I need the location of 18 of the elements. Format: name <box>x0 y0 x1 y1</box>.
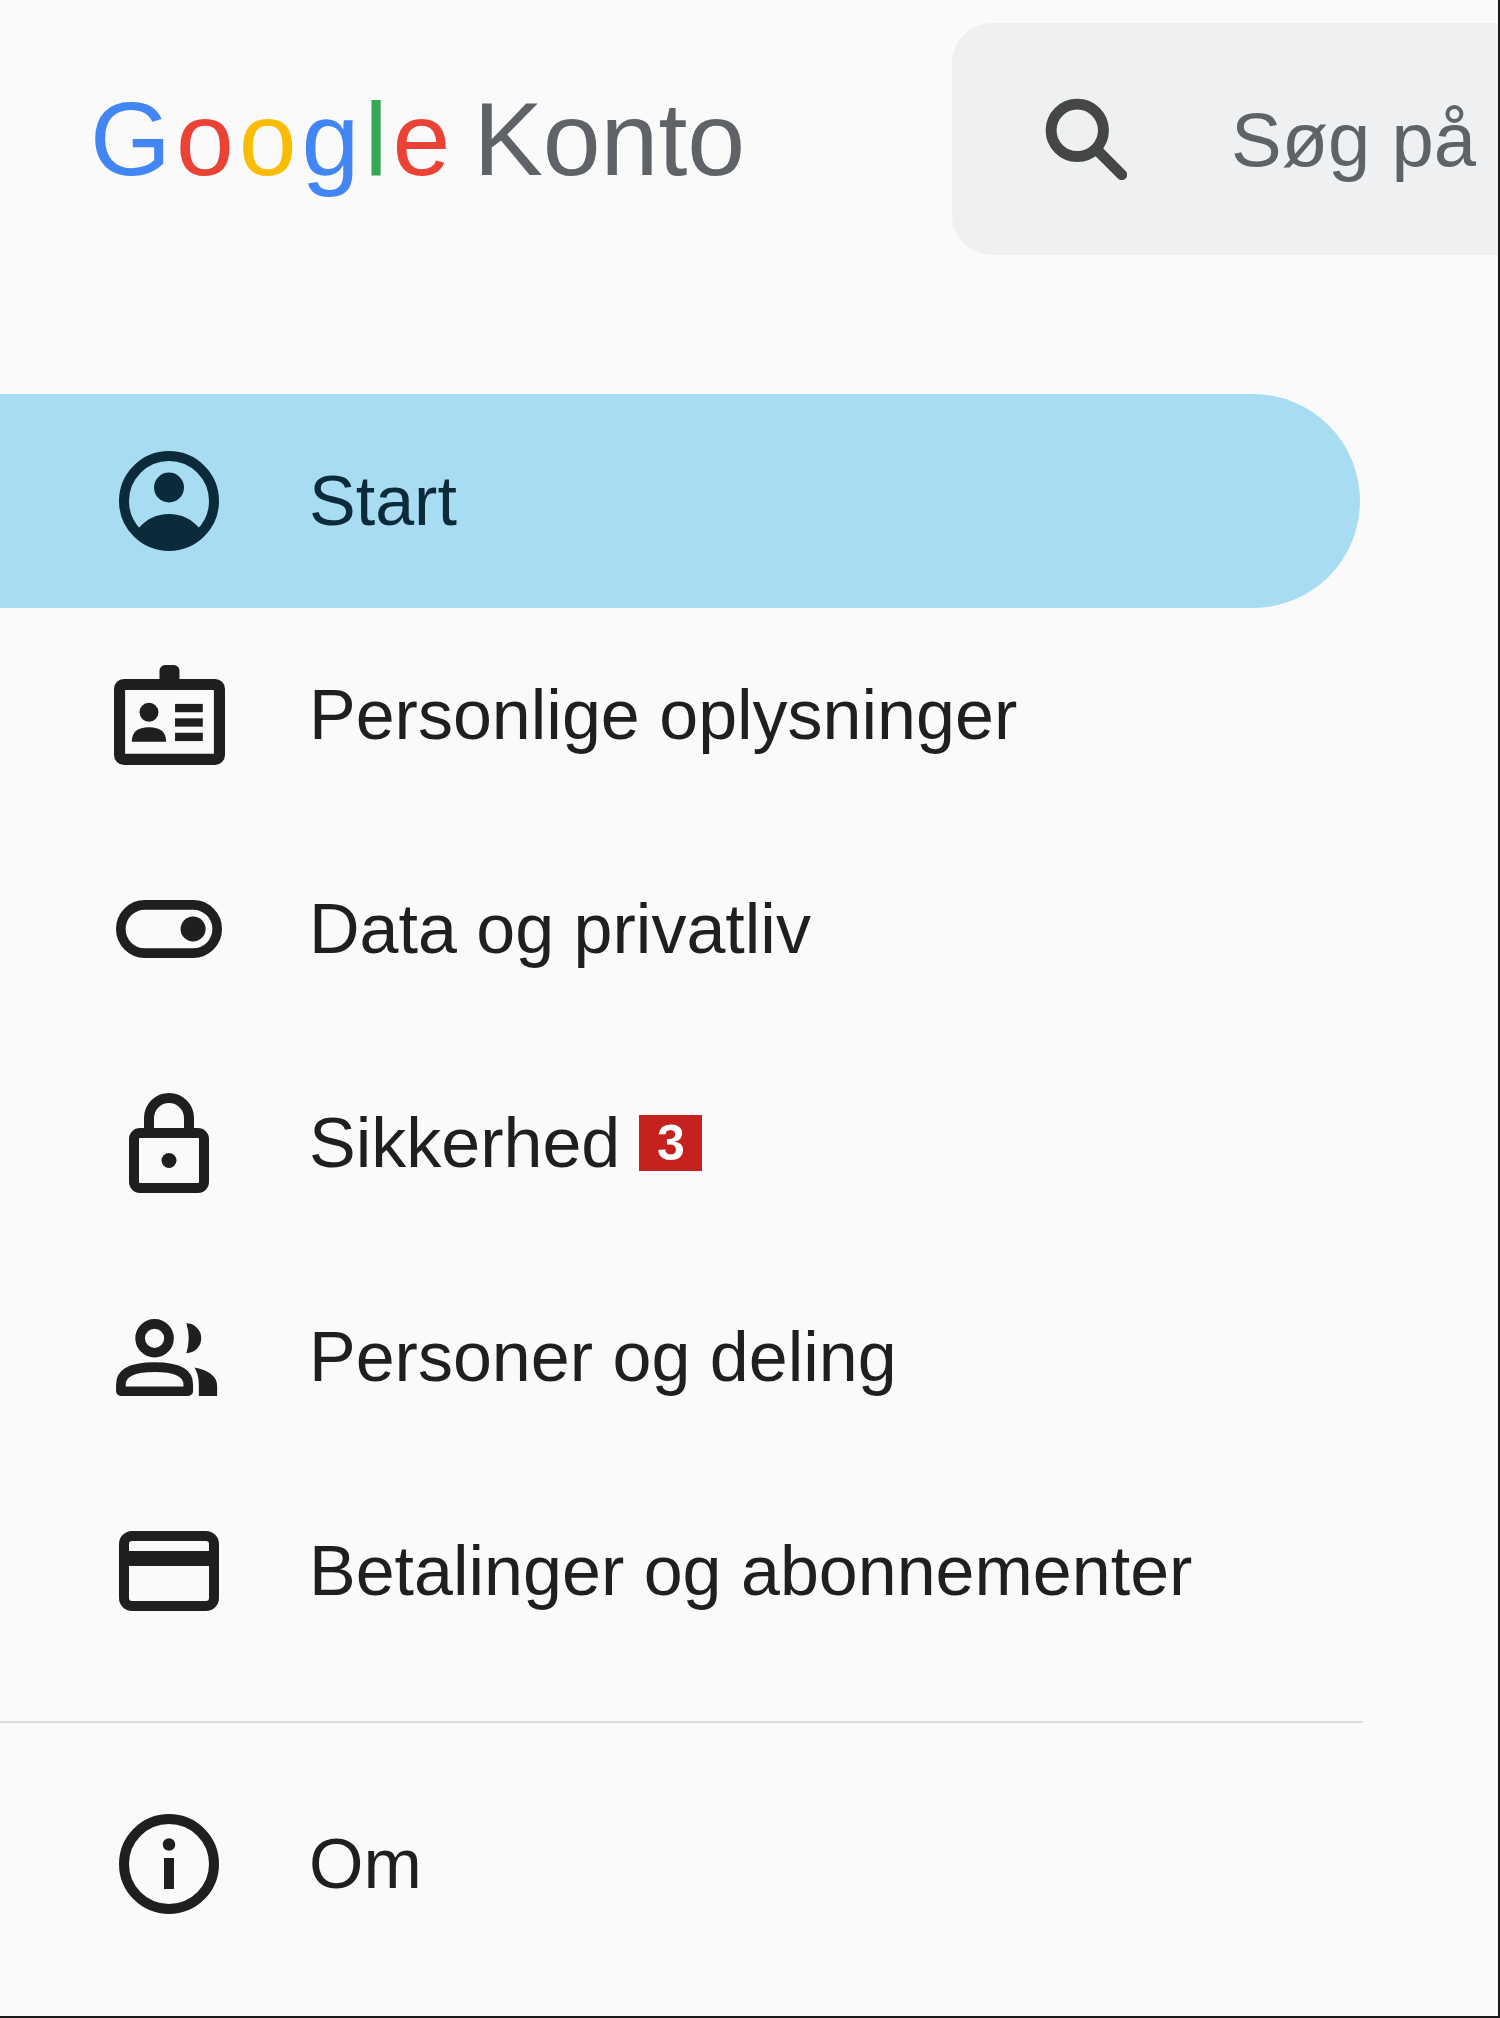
lock-icon <box>129 1093 209 1193</box>
nav-item[interactable]: Personer og deling <box>0 1250 1360 1464</box>
nav-item[interactable]: Data og privatliv <box>0 822 1360 1036</box>
nav-item[interactable]: Sikkerhed 3 <box>0 1036 1360 1250</box>
alert-count-badge: 3 <box>639 1115 703 1171</box>
id-card-icon <box>113 665 225 765</box>
toggle-switch-icon <box>116 900 222 958</box>
brand-logo: Google <box>90 80 456 199</box>
search-icon <box>1045 98 1127 180</box>
product-title: Konto <box>473 80 746 199</box>
nav-item[interactable]: Start <box>0 394 1360 608</box>
nav-item[interactable]: Om <box>0 1757 1360 1971</box>
nav-item[interactable]: Personlige oplysninger <box>0 608 1360 822</box>
nav-item[interactable]: Betalinger og abonnementer <box>0 1464 1360 1678</box>
search-input[interactable]: Søg på <box>1231 89 1498 189</box>
credit-card-icon <box>119 1531 219 1611</box>
account-circle-icon <box>119 451 219 551</box>
info-icon <box>119 1814 219 1914</box>
